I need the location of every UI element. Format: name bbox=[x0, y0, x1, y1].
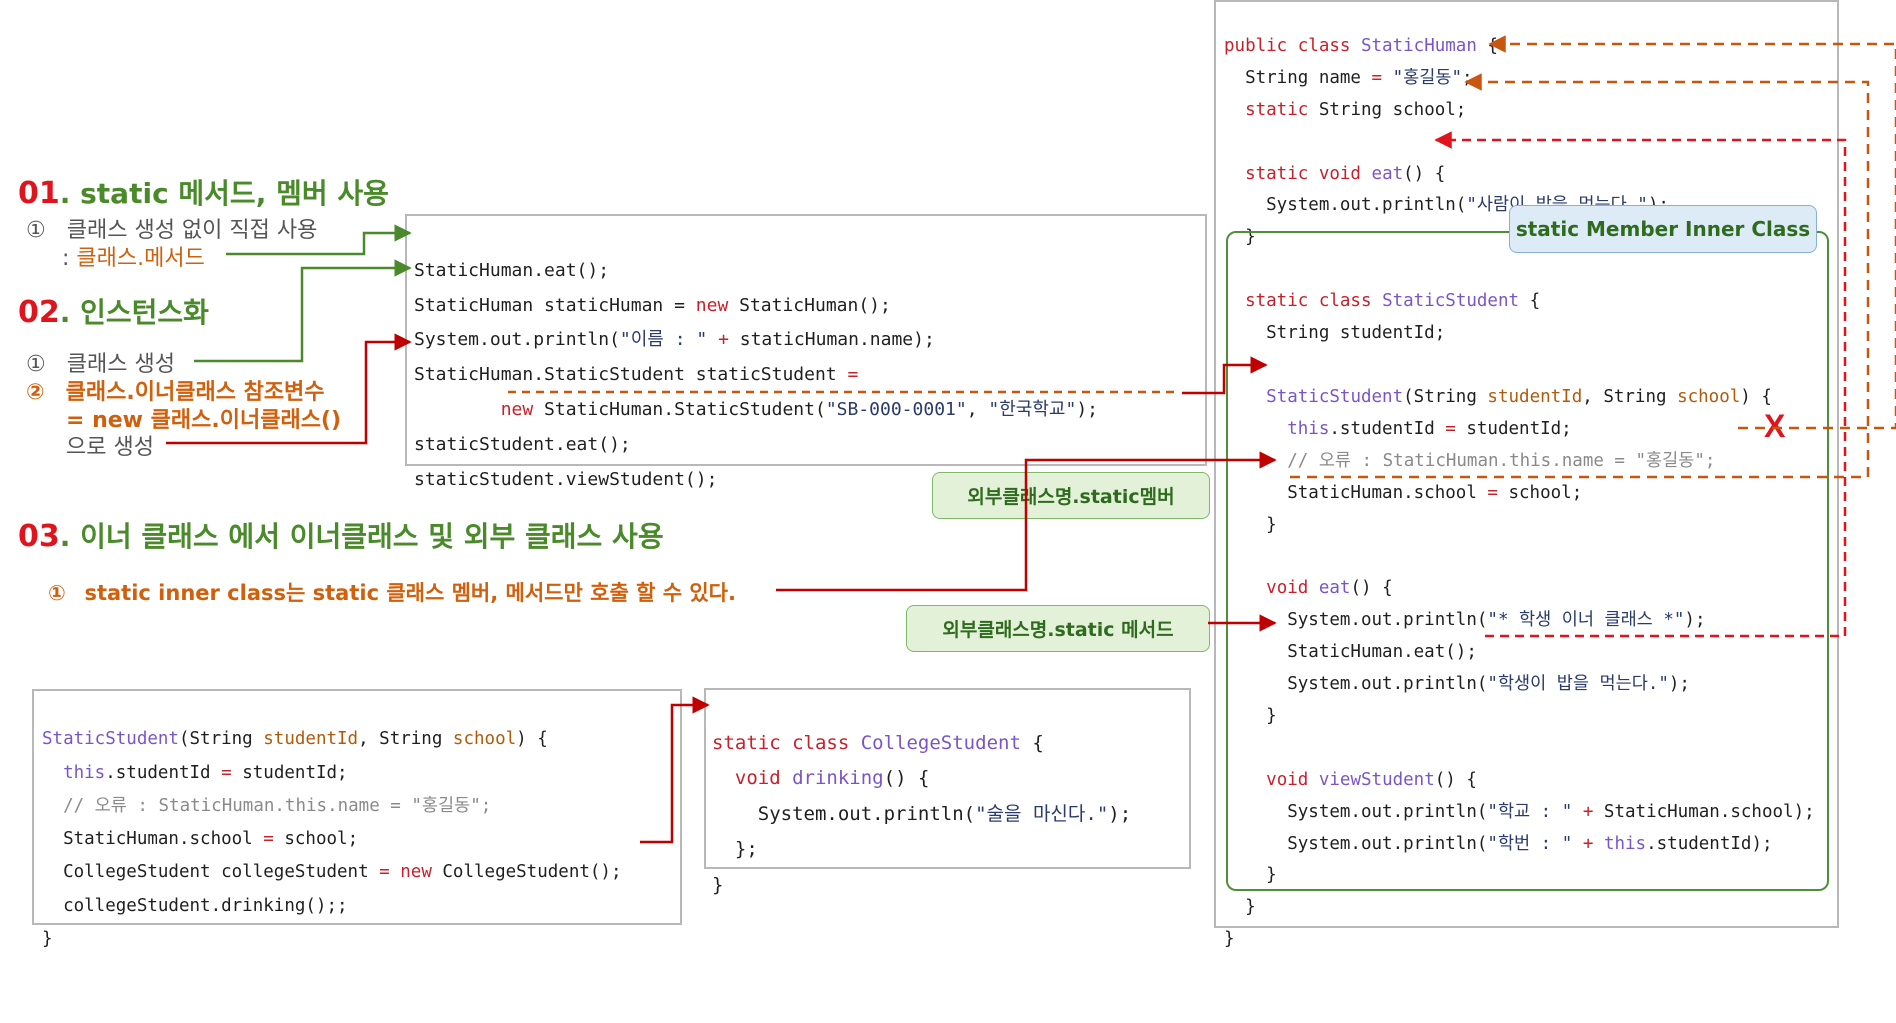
arrow-section-03 bbox=[776, 451, 1277, 592]
arrow-inner-create bbox=[166, 333, 412, 445]
arrow-to-constructor bbox=[1182, 356, 1268, 395]
code-line: } bbox=[1224, 929, 1235, 950]
dashed-loop-eat bbox=[1434, 131, 1847, 638]
arrow-college-student bbox=[640, 696, 710, 844]
dashed-loop-name bbox=[1488, 35, 1896, 430]
arrow-static-call bbox=[226, 224, 412, 256]
arrow-instance-create bbox=[194, 259, 412, 363]
connector-arrows bbox=[166, 35, 1896, 844]
